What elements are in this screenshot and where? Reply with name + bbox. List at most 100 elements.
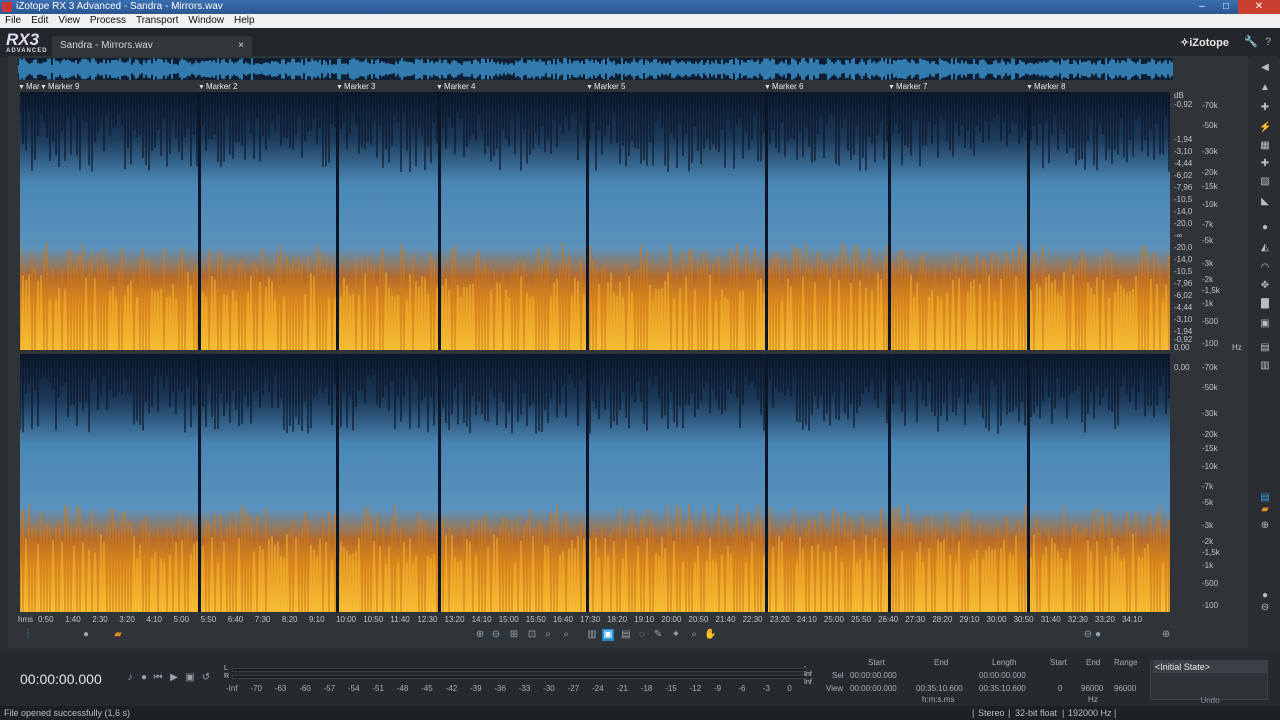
spectrum-analyzer-icon[interactable]: ▇	[1259, 298, 1271, 310]
amp-zoom-out-icon[interactable]: ⊖	[1259, 602, 1271, 614]
spectral-repair-icon[interactable]: ✚	[1259, 158, 1271, 170]
channel-ops-icon[interactable]: ●	[1259, 222, 1271, 234]
headphones-icon[interactable]: ◠	[1259, 262, 1271, 274]
compare-icon[interactable]: ▥	[1259, 360, 1271, 372]
file-tab[interactable]: Sandra - Mirrors.wav ×	[52, 36, 252, 58]
hz-tick: -20k	[1202, 430, 1218, 439]
zoom-out-icon[interactable]: ⊖	[490, 629, 502, 641]
collapse-arrow-icon[interactable]: ◀	[1259, 62, 1271, 74]
db-tick: -10,5	[1174, 195, 1193, 204]
zoom-selection-icon[interactable]: ⊞	[508, 629, 520, 641]
layers-icon[interactable]: ▤	[1259, 342, 1271, 354]
time-tick: 1:40	[65, 615, 81, 624]
hz-tick: -70k	[1202, 363, 1218, 372]
meter-channel-l: L	[224, 665, 228, 672]
time-tick: 17:30	[580, 615, 601, 624]
sel-length-field[interactable]: 00:00:00.000	[979, 671, 1026, 680]
hz-tick: -50k	[1202, 121, 1218, 130]
lasso-icon[interactable]: ◌	[636, 629, 648, 641]
rectangle-selection-icon[interactable]: ▣	[602, 629, 614, 641]
menu-file[interactable]: File	[5, 14, 21, 28]
close-tab-icon[interactable]: ×	[238, 36, 244, 56]
hz-tick: -30k	[1202, 147, 1218, 156]
meter-tick: -33	[518, 684, 531, 693]
db-tick: -4,44	[1174, 303, 1193, 312]
play-icon[interactable]: ▶	[168, 672, 180, 683]
timecode-display: 00:00:00.000	[20, 671, 102, 687]
brush-icon[interactable]: ✎	[652, 629, 664, 641]
sel-start-field[interactable]: 00:00:00.000	[850, 671, 897, 680]
record-icon[interactable]: ●	[138, 672, 150, 683]
view-freq-end-field[interactable]: 96000	[1081, 684, 1103, 693]
hz-tick: -100	[1202, 339, 1219, 348]
zoom-in-icon[interactable]: ⊕	[474, 629, 486, 641]
title-bar: iZotope RX 3 Advanced - Sandra - Mirrors…	[0, 0, 1280, 14]
spectrogram-toggle-icon[interactable]: ▰	[1259, 504, 1271, 516]
hz-tick: -1,5k	[1202, 548, 1220, 557]
menu-bar: File Edit View Process Transport Window …	[0, 14, 1280, 28]
mic-icon[interactable]: ♪	[124, 672, 136, 683]
header-start: Start	[868, 658, 885, 667]
view-range-field[interactable]: 96000	[1114, 684, 1136, 693]
time-tick: 20:00	[661, 615, 682, 624]
spectrogram-view-icon[interactable]: ▰	[112, 629, 124, 641]
wrench-icon[interactable]: 🔧	[1244, 36, 1258, 48]
help-icon[interactable]: ?	[1262, 36, 1274, 48]
waveform-view-icon[interactable]: ⫶	[22, 629, 34, 641]
undo-history-item[interactable]: <Initial State>	[1153, 661, 1267, 673]
freq-zoom-in-icon[interactable]: ⊕	[1160, 629, 1172, 641]
db-tick: -10,5	[1174, 267, 1193, 276]
meter-tick: -63	[274, 684, 287, 693]
maximize-button[interactable]: □	[1214, 0, 1238, 14]
menu-help[interactable]: Help	[234, 14, 255, 28]
time-tick: 30:00	[986, 615, 1007, 624]
zoom-tool-icon[interactable]: ⌕	[688, 629, 700, 641]
magic-wand-icon[interactable]: ✦	[670, 629, 682, 641]
minimize-button[interactable]: –	[1190, 0, 1214, 14]
amp-zoom-in-icon[interactable]: ⊕	[1259, 520, 1271, 532]
waveform-toggle-icon[interactable]: ▤	[1259, 492, 1271, 504]
menu-transport[interactable]: Transport	[136, 14, 178, 28]
menu-process[interactable]: Process	[90, 14, 126, 28]
db-tick: 0,00	[1174, 363, 1190, 372]
time-tick: 12:30	[417, 615, 438, 624]
amp-zoom-slider[interactable]: ●	[1259, 590, 1271, 602]
close-window-button[interactable]: ✕	[1238, 0, 1280, 14]
time-selection-icon[interactable]: ▥	[586, 629, 598, 641]
freq-zoom-slider[interactable]: ●	[1092, 629, 1104, 641]
menu-view[interactable]: View	[58, 14, 80, 28]
spectrogram-opacity-slider[interactable]: ●	[80, 629, 92, 641]
dehum-icon[interactable]: ⚡	[1259, 122, 1271, 134]
meter-tick: 0	[787, 684, 792, 693]
batch-icon[interactable]: ▣	[1259, 318, 1271, 330]
view-start-field[interactable]: 00:00:00.000	[850, 684, 897, 693]
zoom-freq-icon[interactable]: ⌕	[560, 629, 572, 641]
declip-icon[interactable]: ▲	[1259, 82, 1271, 94]
waveform-overview[interactable]	[18, 58, 1173, 80]
spectrogram-left-channel[interactable]	[20, 92, 1170, 350]
play-selection-icon[interactable]: ▣	[184, 672, 196, 683]
time-tick: 22:30	[742, 615, 763, 624]
declick-icon[interactable]: ✚	[1259, 102, 1271, 114]
menu-edit[interactable]: Edit	[31, 14, 48, 28]
eq-icon[interactable]: ▧	[1259, 176, 1271, 188]
time-pitch-icon[interactable]: ◭	[1259, 242, 1271, 254]
hz-tick: -2k	[1202, 537, 1214, 546]
denoise-icon[interactable]: ▦	[1259, 140, 1271, 152]
time-ruler[interactable]: hms 0:50 1:40 2:30 3:20 4:10 5:00 5:50 6:40 7:30 8…	[18, 613, 1173, 625]
meter-tick: -60	[299, 684, 311, 693]
loop-icon[interactable]: ↺	[200, 672, 212, 683]
frequency-selection-icon[interactable]: ▤	[620, 629, 632, 641]
view-freq-start-field[interactable]: 0	[1058, 684, 1062, 693]
hand-icon[interactable]: ✋	[704, 629, 716, 641]
view-length-field[interactable]: 00:35:10.600	[979, 684, 1026, 693]
spectrogram-right-channel[interactable]	[20, 354, 1170, 612]
zoom-time-icon[interactable]: ⌕	[542, 629, 554, 641]
zoom-fit-icon[interactable]: ⊡	[526, 629, 538, 641]
plugin-icon[interactable]: ✥	[1259, 280, 1271, 292]
gain-icon[interactable]: ◣	[1259, 196, 1271, 208]
rewind-icon[interactable]: ⏮	[152, 672, 164, 683]
menu-window[interactable]: Window	[188, 14, 224, 28]
view-end-field[interactable]: 00:35:10.600	[916, 684, 963, 693]
time-tick: 9:10	[309, 615, 325, 624]
